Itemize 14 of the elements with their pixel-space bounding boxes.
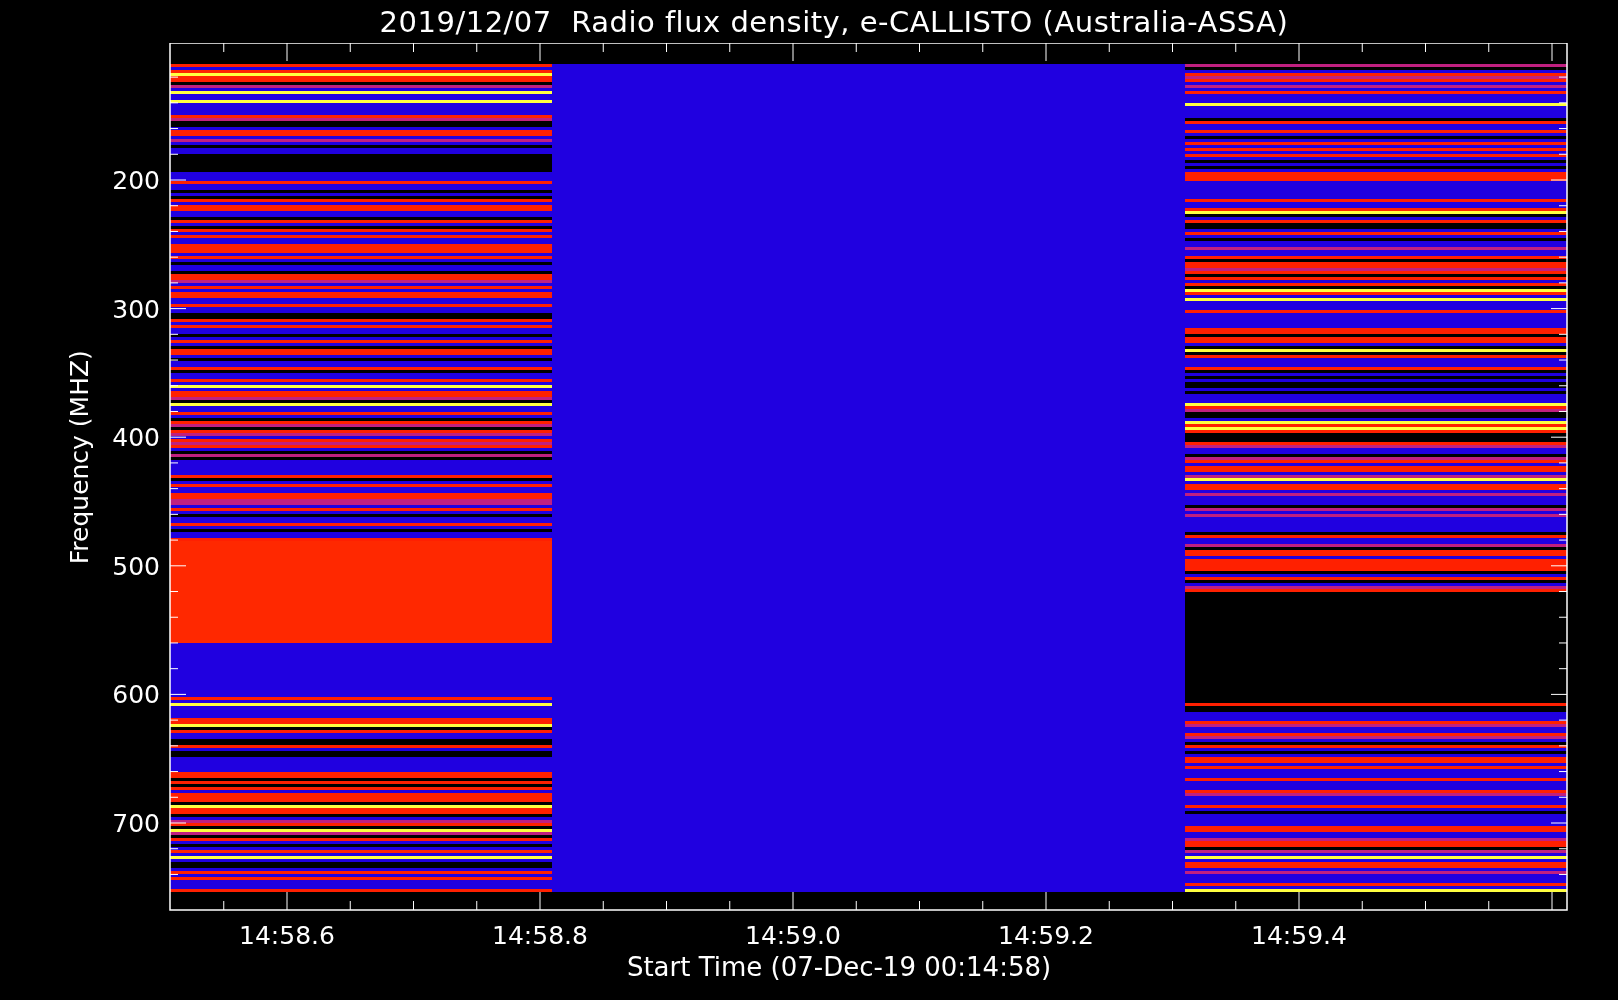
x-tick-label: 14:58.8 [492, 921, 588, 950]
chart-title: 2019/12/07 Radio flux density, e-CALLISTO (Australia-ASSA) [378, 3, 1290, 41]
y-tick-label: 600 [112, 680, 160, 710]
x-tick-label: 14:59.0 [745, 921, 841, 950]
x-tick-label: 14:58.6 [239, 921, 335, 950]
y-tick-label: 300 [112, 294, 160, 324]
y-tick-label: 700 [112, 809, 160, 838]
x-tick-label: 14:59.2 [998, 921, 1094, 950]
y-tick-label: 200 [112, 166, 160, 195]
y-axis-label: Frequency (MHZ) [65, 350, 94, 565]
x-tick-label: 14:59.4 [1251, 921, 1347, 950]
x-axis-label: Start Time (07-Dec-19 00:14:58) [626, 952, 1052, 982]
y-tick-label: 500 [112, 551, 160, 581]
y-tick-label: 400 [112, 423, 160, 453]
